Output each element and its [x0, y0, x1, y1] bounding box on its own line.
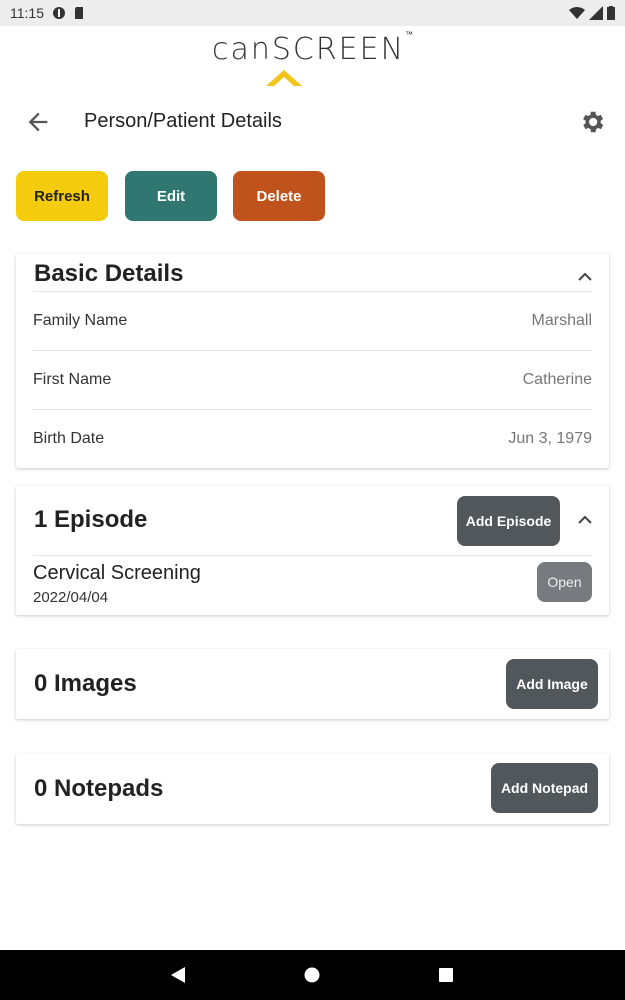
birth-date-row: Birth Date Jun 3, 1979 [33, 409, 592, 467]
add-episode-button[interactable]: Add Episode [457, 496, 560, 546]
delete-button[interactable]: Delete [233, 171, 325, 221]
basic-details-title: Basic Details [34, 260, 184, 287]
nav-recents-icon[interactable] [438, 967, 454, 983]
first-name-value: Catherine [522, 370, 592, 388]
sd-card-icon [75, 7, 83, 19]
family-name-label: Family Name [33, 311, 128, 329]
logo-chevron-icon [266, 70, 302, 86]
notepads-title: 0 Notepads [34, 775, 164, 802]
episode-name: Cervical Screening [33, 562, 201, 584]
family-name-value: Marshall [531, 311, 592, 329]
add-notepad-button[interactable]: Add Notepad [491, 763, 598, 813]
status-bar: 11:15 [0, 0, 625, 26]
logo-trademark: ™ [405, 30, 414, 39]
birth-date-value: Jun 3, 1979 [508, 429, 592, 447]
gear-icon[interactable] [578, 108, 606, 136]
episode-date: 2022/04/04 [33, 589, 109, 606]
refresh-button[interactable]: Refresh [16, 171, 108, 221]
episode-list-item[interactable]: Cervical Screening 2022/04/04 Open [33, 555, 592, 615]
basic-details-card: Basic Details Family Name Marshall First… [16, 254, 609, 468]
add-image-button[interactable]: Add Image [506, 659, 598, 709]
system-nav-bar [0, 950, 625, 1000]
chevron-up-icon[interactable] [577, 269, 593, 285]
edit-button[interactable]: Edit [125, 171, 217, 221]
family-name-row: Family Name Marshall [33, 291, 592, 349]
logo-text: canSCREEN [211, 32, 406, 67]
first-name-row: First Name Catherine [33, 350, 592, 408]
page-title: Person/Patient Details [84, 110, 282, 132]
birth-date-label: Birth Date [33, 429, 105, 447]
wifi-icon [569, 6, 585, 20]
notepads-card: 0 Notepads Add Notepad [16, 754, 609, 824]
images-card: 0 Images Add Image [16, 649, 609, 719]
app-logo: canSCREEN™ [0, 30, 625, 94]
chevron-up-icon[interactable] [577, 512, 593, 528]
episodes-card: 1 Episode Add Episode Cervical Screening… [16, 486, 609, 615]
nav-back-icon[interactable] [170, 966, 186, 984]
battery-icon [607, 6, 615, 20]
open-episode-button[interactable]: Open [537, 562, 592, 602]
images-title: 0 Images [34, 670, 137, 697]
back-arrow-icon[interactable] [24, 108, 52, 136]
data-saver-icon [53, 7, 65, 19]
status-time: 11:15 [10, 5, 44, 21]
signal-icon [589, 6, 603, 20]
app-header: Person/Patient Details [0, 100, 625, 144]
episodes-title: 1 Episode [34, 506, 148, 533]
nav-home-icon[interactable] [304, 967, 320, 983]
first-name-label: First Name [33, 370, 112, 388]
